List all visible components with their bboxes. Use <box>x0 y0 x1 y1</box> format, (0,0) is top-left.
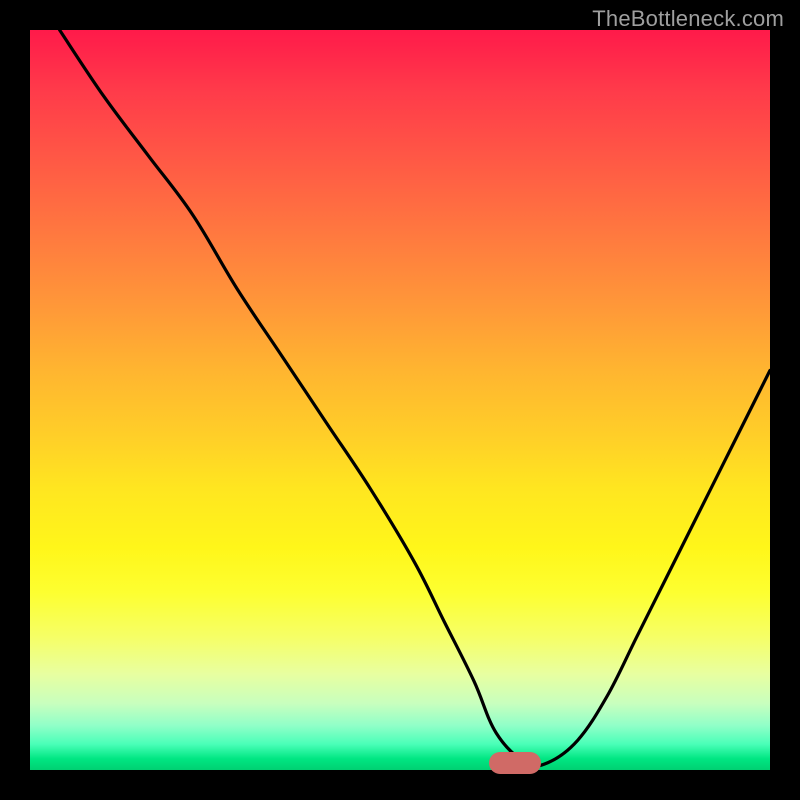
chart-stage: TheBottleneck.com <box>0 0 800 800</box>
chart-plot-area <box>30 30 770 770</box>
optimal-marker <box>489 752 541 774</box>
watermark-text: TheBottleneck.com <box>592 6 784 32</box>
bottleneck-curve <box>30 30 770 770</box>
